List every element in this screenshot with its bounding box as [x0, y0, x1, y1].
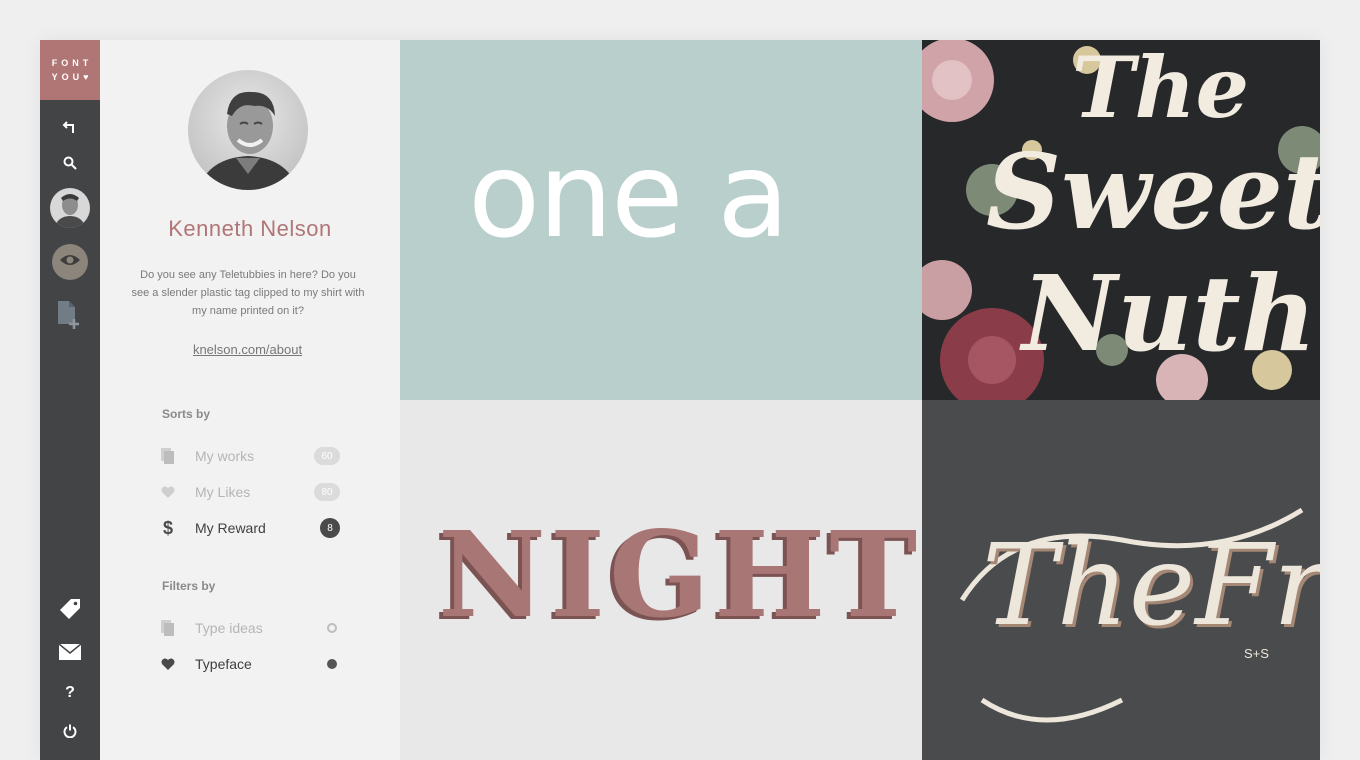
filter-label: Typeface: [195, 656, 252, 672]
sorts-title: Sorts by: [162, 407, 211, 421]
sweet-line1: The: [1072, 40, 1250, 137]
filter-typeface[interactable]: Typeface: [160, 652, 340, 676]
brand-logo-line2: YOU♥: [51, 72, 93, 82]
search-icon: [63, 156, 77, 175]
profile-name: Kenneth Nelson: [168, 216, 332, 241]
preview-button[interactable]: [52, 244, 88, 280]
sweet-line2: Sweet: [986, 130, 1320, 253]
search-button[interactable]: [40, 150, 100, 180]
tile-one-a[interactable]: one a: [400, 40, 922, 400]
tag-icon: [59, 598, 81, 625]
back-button[interactable]: [40, 114, 100, 144]
dollar-icon: $: [162, 517, 173, 538]
back-icon: [62, 119, 78, 140]
logout-button[interactable]: [40, 718, 100, 748]
eye-icon: [59, 253, 81, 272]
tile-night-text: NIGHT: [438, 505, 922, 644]
sort-my-works[interactable]: My works 60: [160, 444, 340, 468]
sort-label: My Likes: [195, 484, 251, 500]
tile-sweet-nuthin[interactable]: The Sweet Nuth: [922, 40, 1320, 400]
tile-night[interactable]: NIGHT: [400, 400, 922, 760]
brand-logo-line1: FONT: [51, 58, 93, 68]
tags-button[interactable]: [40, 596, 100, 626]
count-badge: 60: [314, 447, 340, 465]
profile-panel: Kenneth Nelson Do you see any Teletubbie…: [100, 40, 400, 760]
count-badge: 80: [314, 483, 340, 501]
add-file-button[interactable]: [40, 300, 100, 334]
filter-label: Type ideas: [195, 620, 263, 636]
filter-radio[interactable]: [327, 623, 337, 633]
tile-the-fray-text: TheFray: [982, 521, 1320, 651]
add-file-icon: [56, 300, 84, 335]
tile-the-fray-sub: S+S: [1244, 646, 1269, 661]
help-button[interactable]: ?: [40, 678, 100, 708]
tile-the-fray[interactable]: TheFray S+S: [922, 400, 1320, 760]
messages-button[interactable]: [40, 639, 100, 669]
filter-radio[interactable]: [327, 659, 337, 669]
profile-bio: Do you see any Teletubbies in here? Do y…: [131, 269, 365, 317]
sort-my-reward[interactable]: $ My Reward 8: [160, 516, 340, 540]
filters-title: Filters by: [162, 579, 216, 593]
brand-logo[interactable]: FONT YOU♥: [40, 40, 100, 100]
profile-avatar: [188, 70, 308, 190]
sort-my-likes[interactable]: My Likes 80: [160, 480, 340, 504]
heart-icon: [160, 484, 176, 500]
mail-icon: [58, 642, 82, 665]
files-icon: [160, 448, 176, 464]
app-window: FONT YOU♥ ? Kenneth Nelson Do you see an…: [40, 40, 1320, 760]
heart-icon: [160, 656, 176, 672]
sort-label: My works: [195, 448, 255, 464]
filter-type-ideas[interactable]: Type ideas: [160, 616, 340, 640]
profile-link[interactable]: knelson.com/about: [100, 342, 395, 357]
count-badge: 8: [320, 518, 340, 538]
sweet-line3: Nuth: [1022, 252, 1317, 375]
power-icon: [63, 724, 77, 743]
tile-one-a-text: one a: [468, 126, 789, 264]
rail-avatar[interactable]: [50, 188, 90, 228]
icon-rail: FONT YOU♥ ?: [40, 40, 100, 760]
help-icon: ?: [65, 684, 75, 701]
files-icon: [160, 620, 176, 636]
sort-label: My Reward: [195, 520, 266, 536]
